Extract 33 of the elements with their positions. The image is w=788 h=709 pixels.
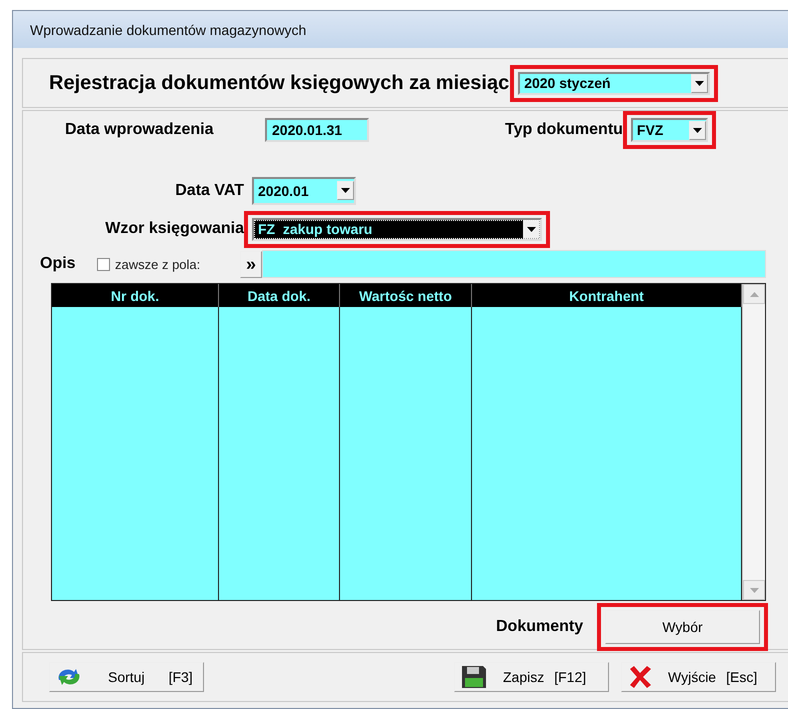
scrollbar[interactable] — [742, 284, 765, 600]
caret-icon — [341, 188, 350, 193]
caret-icon — [527, 226, 536, 232]
field-label: Opis — [40, 255, 77, 273]
field-label: Data VAT — [174, 182, 244, 200]
field-label: Wzor księgowania — [104, 220, 244, 238]
sort-button[interactable]: Sortuj [F3] — [49, 662, 204, 692]
copy-button[interactable]: » — [240, 250, 262, 278]
scroll-up-icon — [750, 292, 758, 296]
month-dropdown[interactable]: 2020 styczeń — [518, 72, 710, 94]
checkbox[interactable] — [97, 258, 110, 270]
column-header: Wartośc netto — [340, 284, 472, 307]
caret-icon — [692, 128, 702, 132]
close-icon — [628, 666, 652, 688]
column-header: Nr dok. — [52, 284, 219, 307]
field-label: Data wprowadzenia — [65, 121, 215, 139]
documents-label: Dokumenty — [496, 618, 584, 636]
form-heading: Rejestracja dokumentów księgowych za miesiąc — [49, 72, 510, 94]
window-title: Wprowadzanie dokumentów magazynowych — [30, 22, 306, 38]
document-type-dropdown[interactable]: FVZ — [630, 118, 708, 142]
scroll-down-icon — [750, 588, 758, 592]
description-field[interactable] — [262, 250, 766, 278]
column-header: Kontrahent — [472, 284, 742, 307]
field-label: Typ dokumentu — [505, 121, 623, 139]
caret-icon — [695, 80, 704, 86]
save-button[interactable]: Zapisz [F12] — [454, 662, 609, 692]
posting-template-dropdown[interactable]: FZ zakup towaru — [252, 218, 542, 240]
column-header: Data dok. — [219, 284, 340, 307]
checkbox-label: zawsze z pola: — [115, 256, 202, 272]
vat-date-dropdown[interactable]: 2020.01 — [252, 176, 356, 204]
choose-button[interactable]: Wybór — [605, 610, 760, 644]
exit-button[interactable]: Wyjście [Esc] — [621, 662, 776, 692]
entry-date-field[interactable]: 2020.01.31 — [265, 118, 369, 142]
